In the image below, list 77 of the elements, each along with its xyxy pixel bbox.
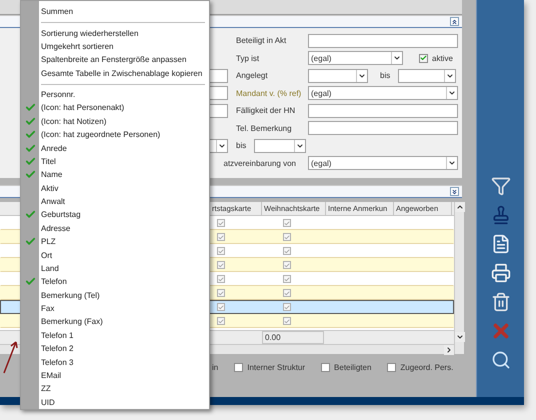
dropdown-button[interactable] xyxy=(446,87,457,100)
vertical-scrollbar[interactable] xyxy=(454,202,464,354)
chevrons-down-icon xyxy=(451,188,458,196)
menu-item[interactable]: (Icon: hat zugeordnete Personen) xyxy=(21,128,209,142)
menu-item[interactable]: (Icon: hat Notizen) xyxy=(21,114,209,128)
checkbox-label: aktive xyxy=(432,54,453,63)
menu-item[interactable]: Name xyxy=(21,168,209,182)
menu-item[interactable]: Anwalt xyxy=(21,194,209,208)
caret-icon xyxy=(296,142,304,150)
caret-icon xyxy=(448,89,456,98)
menu-item[interactable]: UID xyxy=(21,395,209,409)
dropdown-button[interactable] xyxy=(294,140,306,152)
menu-item[interactable]: Bemerkung (Fax) xyxy=(21,315,209,329)
checkbox[interactable] xyxy=(321,362,330,372)
trash-icon[interactable] xyxy=(490,291,512,313)
menu-item[interactable]: Bemerkung (Tel) xyxy=(21,288,209,302)
menu-item[interactable]: Spaltenbreite an Fenstergröße anpassen xyxy=(21,53,209,66)
dropdown-button[interactable] xyxy=(446,157,457,170)
dropdown-button[interactable] xyxy=(356,70,367,82)
menu-item[interactable]: Land xyxy=(21,262,209,276)
menu-item[interactable]: ZZ xyxy=(21,382,209,396)
menu-item[interactable]: Aktiv xyxy=(21,181,209,195)
menu-item[interactable]: Sortierung wiederherstellen xyxy=(21,26,209,40)
caret-icon xyxy=(393,54,401,62)
caret-icon xyxy=(218,142,226,150)
collapse-button[interactable] xyxy=(450,17,459,26)
bis-label: bis xyxy=(235,141,246,150)
field-label: Beteiligt in Akt xyxy=(235,36,288,46)
menu-item[interactable]: Telefon 3 xyxy=(21,355,209,369)
printer-icon[interactable] xyxy=(490,262,512,284)
menu-item[interactable]: Fax xyxy=(21,302,209,316)
caret-icon xyxy=(446,72,454,80)
menu-item[interactable]: Umgekehrt sortieren xyxy=(21,40,209,54)
checkbox[interactable] xyxy=(234,362,244,372)
search-icon[interactable] xyxy=(490,349,512,371)
menu-item[interactable]: EMail xyxy=(21,368,209,382)
menu-item[interactable]: Telefon 1 xyxy=(21,328,209,342)
field-label: Fälligkeit der HN xyxy=(235,106,296,116)
menu-item[interactable]: (Icon: hat Personenakt) xyxy=(21,101,209,115)
type-dropdown[interactable]: (egal) xyxy=(308,51,403,66)
caret-icon xyxy=(358,72,366,80)
bis-label: bis xyxy=(379,71,390,80)
chevrons-up-icon xyxy=(451,18,458,26)
input-field[interactable] xyxy=(308,104,458,118)
menu-item[interactable]: Anrede xyxy=(21,141,209,155)
dropdown-button[interactable] xyxy=(216,140,227,152)
menu-item[interactable]: Telefon xyxy=(21,275,209,288)
client-dropdown[interactable]: (egal) xyxy=(308,86,458,100)
dropdown-button[interactable] xyxy=(391,52,402,64)
sum-cell: 0.00 xyxy=(262,331,324,344)
field-label: Tel. Bemerkung xyxy=(235,124,293,133)
dropdown-button[interactable] xyxy=(444,70,456,82)
field-label: Mandant v. (% ref) xyxy=(235,88,302,98)
expand-button[interactable] xyxy=(450,187,459,196)
menu-item[interactable]: Ort xyxy=(21,248,209,262)
field-label: atzvereinbarung von xyxy=(224,158,297,168)
menu-item[interactable]: Titel xyxy=(21,154,209,168)
menu-item[interactable]: Personnr. xyxy=(21,88,209,102)
menu-item[interactable]: PLZ xyxy=(21,234,209,248)
input-field[interactable] xyxy=(308,121,458,136)
checkbox[interactable] xyxy=(387,362,396,372)
filter-icon[interactable] xyxy=(490,175,512,197)
menu-item[interactable]: Adresse xyxy=(21,222,209,235)
checkbox-label: Interner Struktur xyxy=(247,362,306,372)
checkbox-label: Beteiligten xyxy=(334,362,372,372)
input-field[interactable] xyxy=(308,34,458,48)
checkbox-label: Zugeord. Pers. xyxy=(400,362,454,372)
aktive-checkbox[interactable] xyxy=(419,54,428,63)
field-label: Angelegt xyxy=(235,71,269,80)
field-label: Typ ist xyxy=(235,54,260,63)
menu-item[interactable]: Gesamte Tabelle in Zwischenablage kopieren xyxy=(21,66,209,80)
caret-icon xyxy=(448,159,456,168)
menu-item[interactable]: Geburtstag xyxy=(21,208,209,222)
menu-item[interactable]: Summen xyxy=(21,5,209,18)
agreement-dropdown[interactable]: (egal) xyxy=(308,156,458,170)
option-label: in xyxy=(212,362,218,372)
menu-item[interactable]: Telefon 2 xyxy=(21,342,209,356)
